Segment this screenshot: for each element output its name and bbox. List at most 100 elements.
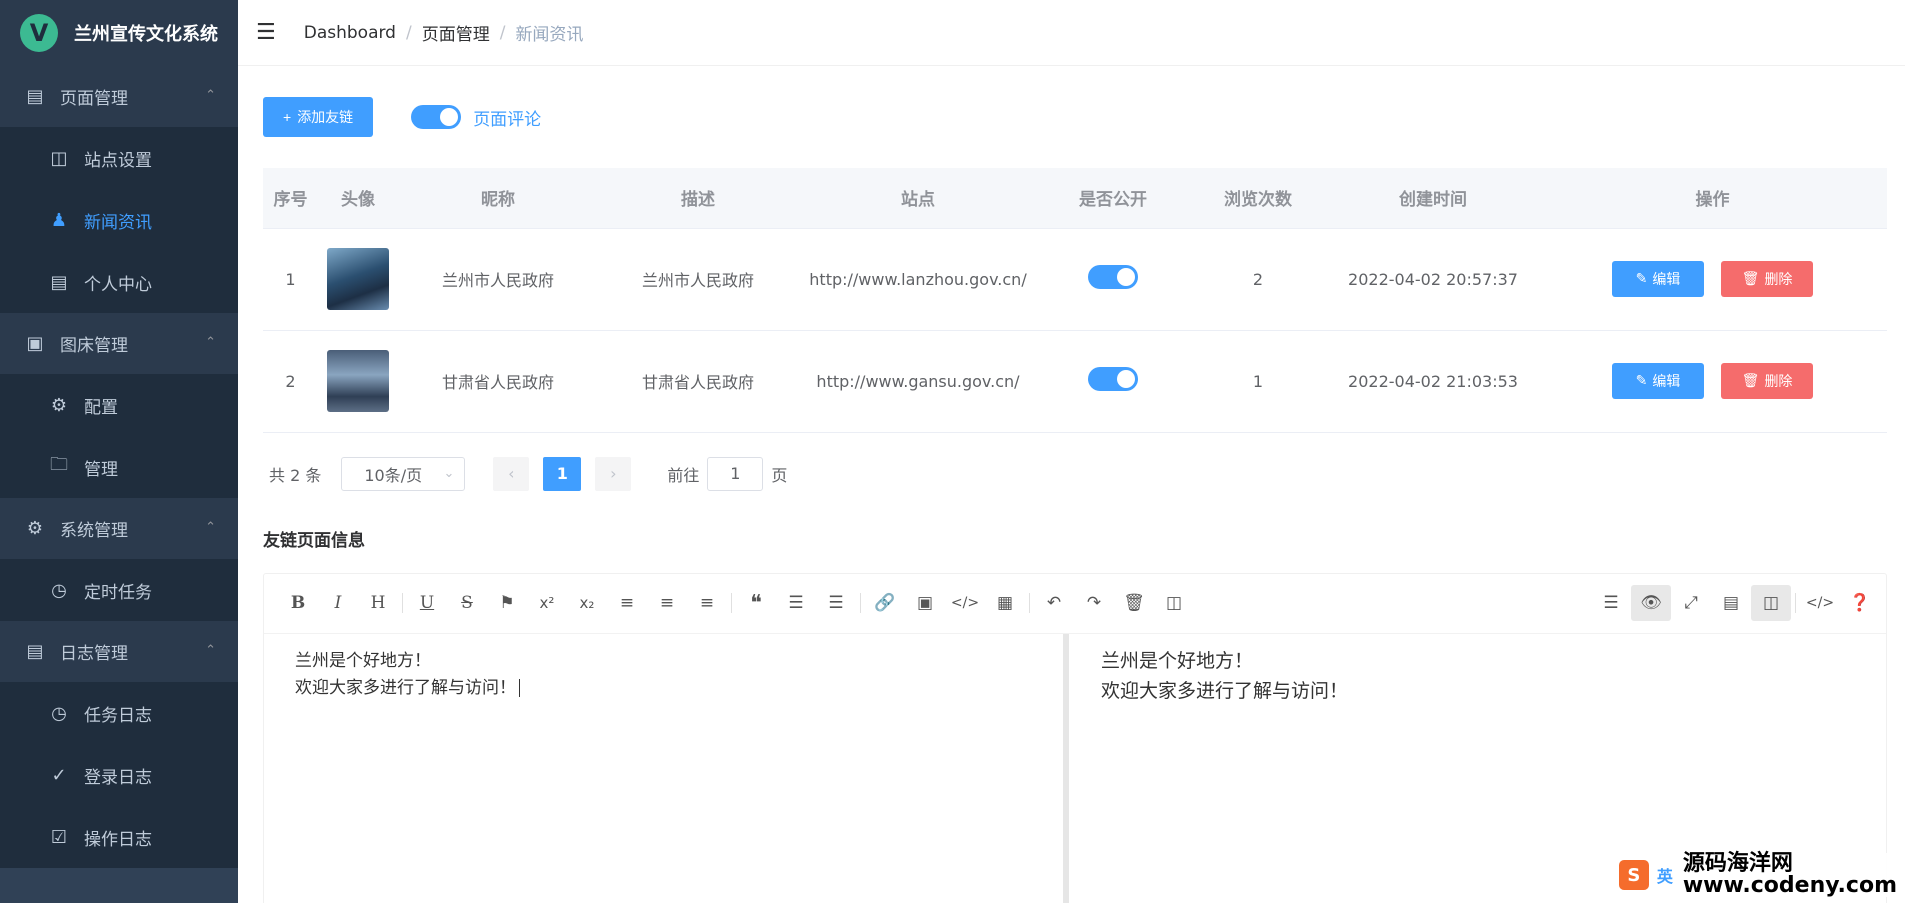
text-cursor xyxy=(519,678,520,697)
ime-mode-indicator: 英 xyxy=(1656,867,1673,886)
page-number-current[interactable]: 1 xyxy=(543,456,582,491)
sidebar-item-news[interactable]: ♟ 新闻资讯 xyxy=(0,189,238,251)
chevron-up-icon: ⌃ xyxy=(205,520,216,535)
sidebar-group-page-management[interactable]: ▤ 页面管理 ⌃ xyxy=(0,66,238,127)
sidebar-item-label: 配置 xyxy=(84,397,118,418)
align-right-icon[interactable]: ≡ xyxy=(687,585,727,621)
table-row: 2 甘肃省人民政府 甘肃省人民政府 http://www.gansu.gov.c… xyxy=(263,330,1887,433)
html-code-icon[interactable]: </> xyxy=(1800,585,1840,621)
ordered-list-icon[interactable]: ☰ xyxy=(776,585,816,621)
sidebar-group-label: 页面管理 xyxy=(60,89,128,109)
public-toggle[interactable] xyxy=(1088,265,1138,289)
sidebar: V 兰州宣传文化系统 ▤ 页面管理 ⌃ ◫ 站点设置 ♟ 新闻资讯 ▤ 个人中心… xyxy=(0,0,238,903)
goto-page-input[interactable]: 1 xyxy=(707,456,764,491)
watermark: S 英 源码海洋网 www.codeny.com xyxy=(1618,853,1897,897)
table-icon[interactable]: ▦ xyxy=(985,585,1025,621)
page-jumper: 前往 1 页 xyxy=(667,456,787,491)
align-center-icon[interactable]: ≡ xyxy=(647,585,687,621)
check-list-icon: ✓ xyxy=(51,764,67,786)
breadcrumb-item-page-management[interactable]: 页面管理 xyxy=(422,20,490,45)
save-icon[interactable]: ◫ xyxy=(1154,585,1194,621)
editor-textarea[interactable]: 兰州是个好地方！ 欢迎大家多进行了解与访问！ xyxy=(264,633,1069,903)
sidebar-item-label: 操作日志 xyxy=(84,829,152,850)
friend-links-table: 序号 头像 昵称 描述 站点 是否公开 浏览次数 创建时间 操作 1 兰州市人民… xyxy=(263,168,1887,433)
avatar[interactable] xyxy=(327,248,389,310)
delete-label: 删除 xyxy=(1764,272,1793,288)
row-description: 兰州市人民政府 xyxy=(598,228,798,331)
column-header: 站点 xyxy=(798,168,1038,229)
unordered-list-icon[interactable]: ☰ xyxy=(816,585,856,621)
page-comment-toggle[interactable] xyxy=(411,105,462,129)
code-icon[interactable]: </> xyxy=(945,585,985,621)
chevron-down-icon: ⌄ xyxy=(443,466,455,481)
superscript-icon[interactable]: x² xyxy=(527,585,567,621)
chevron-left-icon: ‹ xyxy=(508,464,515,483)
sidebar-item-login-log[interactable]: ✓ 登录日志 xyxy=(0,744,238,806)
public-toggle[interactable] xyxy=(1088,367,1138,391)
delete-button[interactable]: 🗑 删除 xyxy=(1721,363,1814,399)
sidebar-group-image-bed[interactable]: ▣ 图床管理 ⌃ xyxy=(0,313,238,374)
window-icon[interactable]: ▤ xyxy=(1711,585,1751,621)
sidebar-group-system[interactable]: ⚙ 系统管理 ⌃ xyxy=(0,498,238,559)
page-size-select[interactable]: 10条/页 ⌄ xyxy=(341,456,466,491)
editor-toolbar: B I H U S ⚑ x² x₂ ≡ ≡ ≡ ❝ ☰ ☰ 🔗 ▣ </> ▦ … xyxy=(264,574,1886,634)
undo-icon[interactable]: ↶ xyxy=(1034,585,1074,621)
breadcrumb-item-dashboard[interactable]: Dashboard xyxy=(304,23,396,43)
preview-toggle-icon[interactable]: 👁 xyxy=(1631,585,1671,621)
top-navbar: ☰ Dashboard / 页面管理 / 新闻资讯 xyxy=(238,0,1905,66)
avatar[interactable] xyxy=(327,350,389,412)
italic-icon[interactable]: I xyxy=(318,585,358,621)
toolbar-divider xyxy=(1795,593,1796,613)
quote-icon[interactable]: ❝ xyxy=(736,585,776,621)
toolbar-divider xyxy=(1029,593,1030,613)
sidebar-item-config[interactable]: ⚙ 配置 xyxy=(0,374,238,436)
add-link-button[interactable]: + 添加友链 xyxy=(263,97,374,137)
breadcrumb: Dashboard / 页面管理 / 新闻资讯 xyxy=(304,20,584,46)
subscript-icon[interactable]: x₂ xyxy=(567,585,607,621)
edit-button[interactable]: ✎ 编辑 xyxy=(1611,261,1704,297)
page-comment-label: 页面评论 xyxy=(473,109,542,130)
redo-icon[interactable]: ↷ xyxy=(1074,585,1114,621)
pagination-total: 共 2 条 xyxy=(269,465,322,485)
sidebar-item-operation-log[interactable]: ☑ 操作日志 xyxy=(0,806,238,868)
heading-icon[interactable]: H xyxy=(358,585,398,621)
sidebar-group-logs[interactable]: ▤ 日志管理 ⌃ xyxy=(0,621,238,682)
column-header: 浏览次数 xyxy=(1188,168,1328,229)
align-left-icon[interactable]: ≡ xyxy=(607,585,647,621)
row-created-time: 2022-04-02 21:03:53 xyxy=(1328,330,1538,433)
sidebar-item-scheduled-tasks[interactable]: ◷ 定时任务 xyxy=(0,559,238,621)
underline-icon[interactable]: U xyxy=(407,585,447,621)
trash-icon[interactable]: 🗑 xyxy=(1114,585,1154,621)
edit-button[interactable]: ✎ 编辑 xyxy=(1611,363,1704,399)
mark-icon[interactable]: ⚑ xyxy=(487,585,527,621)
page-comment-toggle-wrap: 页面评论 xyxy=(411,105,541,130)
navigation-icon[interactable]: ☰ xyxy=(1591,585,1631,621)
help-icon[interactable]: ❓ xyxy=(1840,585,1880,621)
hamburger-icon[interactable]: ☰ xyxy=(256,20,276,45)
brand[interactable]: V 兰州宣传文化系统 xyxy=(0,0,238,66)
fullscreen-icon[interactable]: ⤢ xyxy=(1671,585,1711,621)
page-size-value: 10条/页 xyxy=(364,465,423,485)
delete-button[interactable]: 🗑 删除 xyxy=(1721,261,1814,297)
breadcrumb-separator: / xyxy=(499,22,506,43)
prev-page-button[interactable]: ‹ xyxy=(493,456,530,491)
strikethrough-icon[interactable]: S xyxy=(447,585,487,621)
delete-label: 删除 xyxy=(1764,374,1793,390)
split-view-icon[interactable]: ◫ xyxy=(1751,585,1791,621)
gear-icon: ⚙ xyxy=(50,394,68,416)
column-header: 头像 xyxy=(318,168,398,229)
toolbar-divider xyxy=(731,593,732,613)
chevron-up-icon: ⌃ xyxy=(205,643,216,658)
bold-icon[interactable]: B xyxy=(278,585,318,621)
link-icon[interactable]: 🔗 xyxy=(865,585,905,621)
image-insert-icon[interactable]: ▣ xyxy=(905,585,945,621)
sidebar-item-label: 登录日志 xyxy=(84,767,152,788)
sidebar-item-personal-center[interactable]: ▤ 个人中心 xyxy=(0,251,238,313)
sidebar-item-task-log[interactable]: ◷ 任务日志 xyxy=(0,682,238,744)
pencil-icon: ✎ xyxy=(1635,271,1648,287)
toolbar-divider xyxy=(402,593,403,613)
sidebar-item-site-settings[interactable]: ◫ 站点设置 xyxy=(0,127,238,189)
editor-toolbar-right: ☰ 👁 ⤢ ▤ ◫ </> ❓ xyxy=(1591,585,1886,621)
next-page-button[interactable]: › xyxy=(595,456,632,491)
sidebar-item-manage[interactable]: 🗀 管理 xyxy=(0,436,238,498)
